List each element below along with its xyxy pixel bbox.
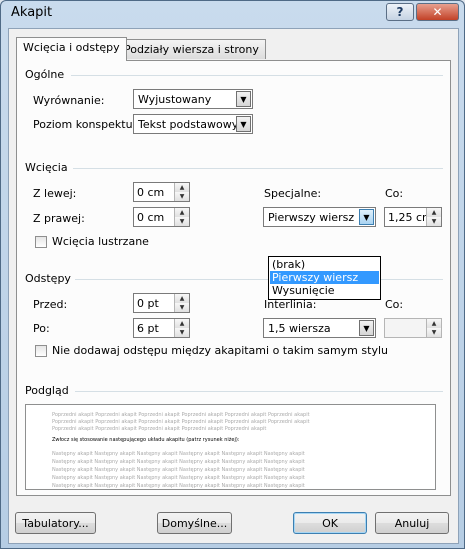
- special-indent-dropdown-list: (brak) Pierwszy wiersz Wysunięcie: [268, 256, 381, 300]
- tab-indents-and-spacing[interactable]: Wcięcia i odstępy: [16, 37, 127, 61]
- help-button[interactable]: ?: [386, 3, 414, 21]
- indent-left-label: Z lewej:: [33, 187, 77, 200]
- dropdown-option-hanging[interactable]: Wysunięcie: [270, 284, 379, 297]
- alignment-select[interactable]: Wyjustowany ▼: [133, 89, 253, 109]
- spin-down-icon[interactable]: ▼: [174, 328, 189, 337]
- tab-label: Podziały wiersza i strony: [124, 43, 259, 56]
- spacing-before-spinner[interactable]: 0 pt ▲ ▼: [133, 293, 190, 313]
- preview-previous-paragraph: Poprzedni akapit Poprzedni akapit Poprze…: [52, 426, 267, 432]
- cancel-button[interactable]: Anuluj: [375, 512, 449, 534]
- section-heading-preview: Podgląd: [25, 384, 69, 397]
- preview-next-paragraph: Następny akapit Następny akapit Następny…: [52, 475, 305, 481]
- set-default-button-label: Domyślne...: [161, 516, 228, 530]
- outline-level-select[interactable]: Tekst podstawowy ▼: [133, 114, 253, 134]
- alignment-label: Wyrównanie:: [33, 94, 105, 107]
- title-bar[interactable]: Akapit ? ✕: [1, 1, 464, 27]
- line-spacing-at-label: Co:: [385, 298, 404, 311]
- line-spacing-select[interactable]: 1,5 wiersza ▼: [263, 318, 376, 338]
- chevron-down-icon[interactable]: ▼: [359, 320, 374, 336]
- chevron-down-icon[interactable]: ▼: [359, 209, 374, 225]
- paragraph-preview: Poprzedni akapit Poprzedni akapit Poprze…: [25, 404, 436, 490]
- tab-label: Wcięcia i odstępy: [23, 41, 120, 54]
- section-heading-indentation: Wcięcia: [25, 161, 68, 174]
- set-default-button[interactable]: Domyślne...: [157, 512, 232, 534]
- chevron-down-icon[interactable]: ▼: [236, 116, 251, 132]
- spin-down-icon[interactable]: ▼: [174, 303, 189, 312]
- chevron-down-icon[interactable]: ▼: [236, 91, 251, 107]
- mirror-indents-label[interactable]: Wcięcia lustrzane: [52, 235, 149, 248]
- spacing-before-label: Przed:: [33, 298, 68, 311]
- preview-next-paragraph: Następny akapit Następny akapit Następny…: [52, 459, 305, 465]
- dropdown-option-none[interactable]: (brak): [270, 258, 379, 271]
- dialog-title: Akapit: [11, 5, 53, 20]
- special-indent-select[interactable]: Pierwszy wiersz ▼: [263, 207, 376, 227]
- divider: [73, 168, 443, 169]
- line-spacing-value: 1,5 wiersza: [268, 322, 331, 335]
- close-icon: ✕: [432, 5, 443, 19]
- help-icon: ?: [396, 5, 404, 19]
- spin-down-icon[interactable]: ▼: [174, 192, 189, 201]
- tabs-button[interactable]: Tabulatory...: [15, 512, 96, 534]
- preview-current-paragraph: Zwłocz się stosowanie następującego ukła…: [52, 437, 240, 443]
- alignment-value: Wyjustowany: [138, 93, 212, 106]
- indent-left-value: 0 cm: [137, 186, 165, 199]
- cancel-button-label: Anuluj: [394, 516, 430, 530]
- indent-right-spinner[interactable]: 0 cm ▲ ▼: [133, 207, 190, 227]
- indent-by-label: Co:: [385, 187, 404, 200]
- indent-left-spinner[interactable]: 0 cm ▲ ▼: [133, 182, 190, 202]
- dropdown-option-first-line[interactable]: Pierwszy wiersz: [270, 271, 379, 284]
- ok-button[interactable]: OK: [293, 512, 367, 534]
- indent-right-label: Z prawej:: [33, 212, 85, 225]
- preview-next-paragraph: Następny akapit Następny akapit Następny…: [52, 467, 305, 473]
- tabs-button-label: Tabulatory...: [22, 516, 89, 530]
- dialog-window: Akapit ? ✕ Wcięcia i odstępy Podziały wi…: [0, 0, 465, 549]
- spacing-before-value: 0 pt: [137, 297, 159, 310]
- divider: [75, 391, 443, 392]
- spin-down-icon[interactable]: ▼: [174, 217, 189, 226]
- section-heading-general: Ogólne: [25, 68, 65, 81]
- spin-down-icon[interactable]: ▼: [426, 217, 441, 226]
- tab-line-and-page-breaks[interactable]: Podziały wiersza i strony: [117, 39, 266, 59]
- line-spacing-at-spinner[interactable]: ▲ ▼: [384, 318, 442, 338]
- ok-button-label: OK: [322, 516, 338, 530]
- spacing-after-spinner[interactable]: 6 pt ▲ ▼: [133, 318, 190, 338]
- divider: [71, 75, 443, 76]
- indent-right-value: 0 cm: [137, 211, 165, 224]
- special-indent-value: Pierwszy wiersz: [268, 211, 355, 224]
- spacing-after-value: 6 pt: [137, 322, 159, 335]
- special-indent-label: Specjalne:: [264, 187, 322, 200]
- preview-next-paragraph: Następny akapit Następny akapit Następny…: [52, 451, 305, 457]
- dialog-body: Wcięcia i odstępy Podziały wiersza i str…: [8, 28, 459, 544]
- indent-by-spinner[interactable]: 1,25 cm ▲ ▼: [384, 207, 442, 227]
- outline-level-label: Poziom konspektu:: [33, 118, 137, 131]
- close-button[interactable]: ✕: [416, 3, 459, 21]
- preview-previous-paragraph: Poprzedni akapit Poprzedni akapit Poprze…: [52, 412, 310, 418]
- no-space-same-style-checkbox[interactable]: [35, 345, 47, 357]
- spacing-after-label: Po:: [33, 322, 50, 335]
- no-space-same-style-label[interactable]: Nie dodawaj odstępu między akapitami o t…: [52, 344, 388, 357]
- preview-next-paragraph: Następny akapit Następny akapit Następny…: [52, 483, 305, 489]
- section-heading-spacing: Odstępy: [25, 272, 71, 285]
- preview-previous-paragraph: Poprzedni akapit Poprzedni akapit Poprze…: [52, 419, 310, 425]
- mirror-indents-checkbox[interactable]: [35, 236, 47, 248]
- spin-down-icon[interactable]: ▼: [426, 328, 441, 337]
- outline-level-value: Tekst podstawowy: [138, 118, 239, 131]
- divider: [75, 279, 443, 280]
